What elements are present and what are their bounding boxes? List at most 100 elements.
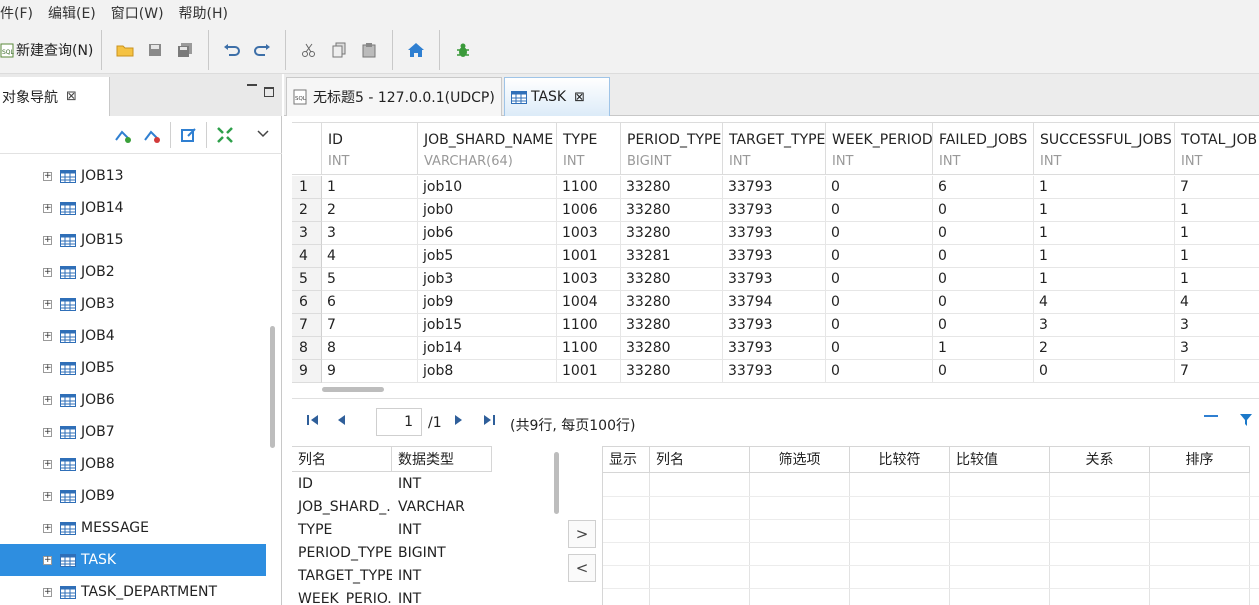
home-button[interactable] [401,35,431,65]
grid-cell[interactable]: 6 [322,291,418,314]
column-header[interactable]: SUCCESSFUL_JOBS INT [1034,123,1175,175]
grid-cell[interactable]: 0 [933,222,1034,245]
grid-cell[interactable]: 33793 [723,268,826,291]
tree-item[interactable]: + JOB5 [0,352,266,384]
navigator-tab[interactable]: 对象导航 ⊠ [0,77,110,116]
column-header[interactable]: FAILED_JOBS INT [933,123,1034,175]
grid-cell[interactable]: 3 [1175,337,1259,360]
grid-cell[interactable]: 33280 [621,314,723,337]
tree-item[interactable]: + JOB4 [0,320,266,352]
expand-icon[interactable]: + [43,267,52,277]
row-number[interactable]: 9 [292,360,322,383]
move-left-button[interactable]: < [568,554,596,582]
grid-cell[interactable]: 33280 [621,176,723,199]
grid-cell[interactable]: job14 [418,337,557,360]
grid-cell[interactable]: 0 [933,199,1034,222]
grid-cell[interactable]: 1 [1034,245,1175,268]
grid-cell[interactable]: 0 [826,314,933,337]
grid-cell[interactable]: 7 [1175,360,1259,383]
column-list-cell[interactable]: TARGET_TYPE [292,565,392,588]
navigator-scrollbar[interactable] [270,326,275,448]
menu-window[interactable]: 窗口(W) [111,3,164,23]
paste-button[interactable] [354,35,384,65]
grid-cell[interactable]: 1 [1034,176,1175,199]
cut-button[interactable] [294,35,324,65]
column-header[interactable]: TYPE INT [557,123,621,175]
expand-icon[interactable]: + [43,587,52,597]
save-all-button[interactable] [170,35,200,65]
menu-help[interactable]: 帮助(H) [179,3,228,23]
tree-item[interactable]: + JOB9 [0,480,266,512]
column-list-cell[interactable]: BIGINT [392,542,492,565]
expand-icon[interactable]: + [43,395,52,405]
tree-item[interactable]: + TASK [0,544,266,576]
tree-item[interactable]: + JOB15 [0,224,266,256]
expand-icon[interactable]: + [43,523,52,533]
grid-cell[interactable]: 8 [322,337,418,360]
expand-icon[interactable]: + [43,203,52,213]
column-header[interactable]: JOB_SHARD_NAME VARCHAR(64) [418,123,557,175]
expand-icon[interactable]: + [43,299,52,309]
redo-button[interactable] [247,35,277,65]
column-list-cell[interactable]: INT [392,519,492,542]
column-list-cell[interactable]: INT [392,588,492,605]
open-button[interactable] [110,35,140,65]
grid-cell[interactable]: 1 [1175,199,1259,222]
tree-item[interactable]: + JOB2 [0,256,266,288]
column-list-cell[interactable]: INT [392,565,492,588]
tree-item[interactable]: + MESSAGE [0,512,266,544]
maximize-icon[interactable] [264,87,274,97]
grid-cell[interactable]: 33793 [723,314,826,337]
column-list-header[interactable]: 列名 [292,446,392,472]
grid-cell[interactable]: 33793 [723,337,826,360]
grid-cell[interactable]: job15 [418,314,557,337]
tree-item[interactable]: + JOB13 [0,160,266,192]
minimize-icon[interactable] [1204,415,1218,417]
grid-cell[interactable]: 4 [1175,291,1259,314]
grid-cell[interactable]: job0 [418,199,557,222]
expand-icon[interactable]: + [43,363,52,373]
grid-cell[interactable]: 0 [826,291,933,314]
expand-icon[interactable]: + [43,427,52,437]
row-number[interactable]: 4 [292,245,322,268]
column-list-cell[interactable]: VARCHAR [392,496,492,519]
filter-header[interactable]: 显示 [603,446,650,473]
grid-cell[interactable]: 1004 [557,291,621,314]
grid-cell[interactable]: 2 [322,199,418,222]
connect-icon[interactable] [114,126,132,144]
grid-cell[interactable]: 7 [322,314,418,337]
collapse-all-icon[interactable] [216,126,234,144]
row-number[interactable]: 8 [292,337,322,360]
grid-cell[interactable]: 0 [826,360,933,383]
expand-icon[interactable]: + [43,331,52,341]
menu-file[interactable]: 件(F) [0,3,33,23]
grid-cell[interactable]: job3 [418,268,557,291]
tree-item[interactable]: + JOB6 [0,384,266,416]
first-page-icon[interactable] [306,414,320,426]
grid-cell[interactable]: 33280 [621,337,723,360]
grid-cell[interactable]: 33793 [723,199,826,222]
grid-cell[interactable]: 3 [1034,314,1175,337]
tree-item[interactable]: + TASK_DEPARTMENT [0,576,266,605]
expand-icon[interactable]: + [43,235,52,245]
grid-cell[interactable]: 33793 [723,222,826,245]
grid-cell[interactable]: 33793 [723,360,826,383]
grid-cell[interactable]: 1001 [557,360,621,383]
row-number[interactable]: 3 [292,222,322,245]
debug-button[interactable] [448,35,478,65]
grid-cell[interactable]: 0 [933,314,1034,337]
previous-page-icon[interactable] [336,414,346,426]
grid-cell[interactable]: 1100 [557,176,621,199]
column-header[interactable]: ID INT [322,123,418,175]
edit-icon[interactable] [180,126,198,144]
grid-cell[interactable]: job9 [418,291,557,314]
column-list-cell[interactable]: TYPE [292,519,392,542]
expand-icon[interactable]: + [43,459,52,469]
expand-icon[interactable]: + [43,171,52,181]
filter-header[interactable]: 比较值 [950,446,1050,473]
grid-cell[interactable]: 0 [826,176,933,199]
column-list-cell[interactable]: WEEK_PERIO... [292,588,392,605]
grid-cell[interactable]: 1 [1175,268,1259,291]
expand-icon[interactable]: + [43,491,52,501]
close-icon[interactable]: ⊠ [574,90,585,105]
